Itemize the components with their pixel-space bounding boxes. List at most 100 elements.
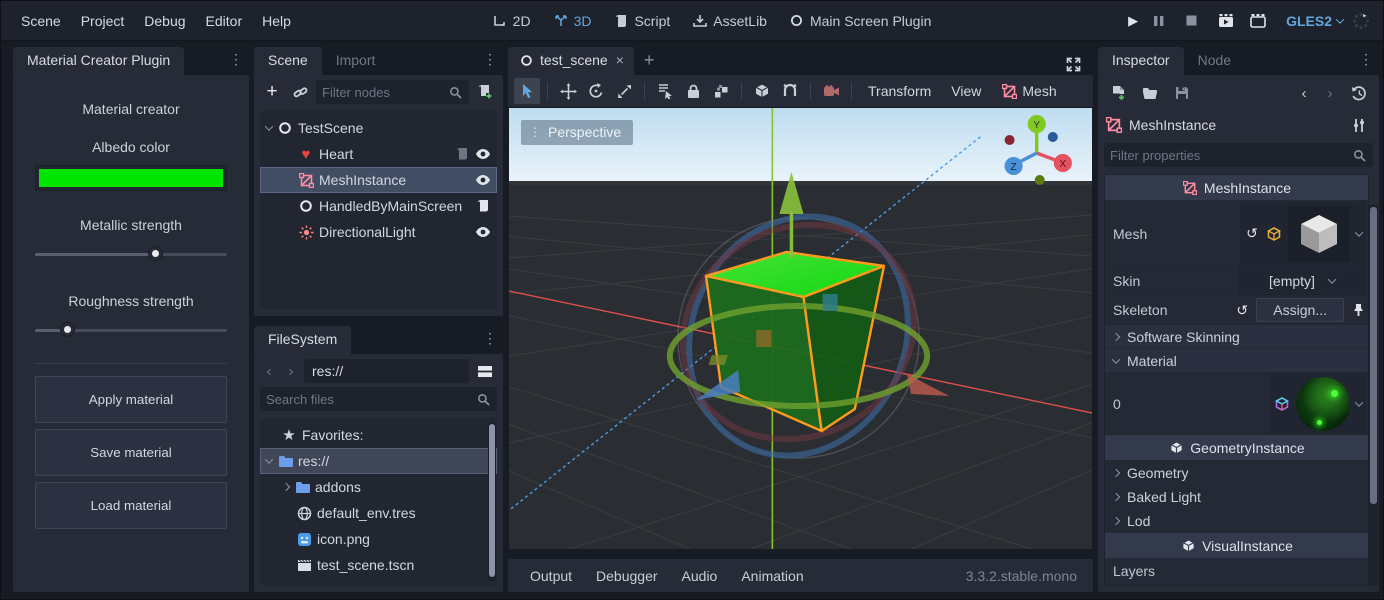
dock-menu-icon[interactable]: ⋮ xyxy=(229,51,243,68)
dock-menu-icon[interactable]: ⋮ xyxy=(483,330,497,347)
play-button[interactable]: ▶ xyxy=(1122,13,1144,29)
pause-button[interactable] xyxy=(1154,15,1176,27)
script-icon[interactable] xyxy=(454,146,470,162)
camera-override-button[interactable] xyxy=(818,78,844,104)
scale-tool-button[interactable] xyxy=(611,78,637,104)
history-forward-button[interactable]: › xyxy=(282,363,300,380)
lock-selected-button[interactable] xyxy=(680,78,706,104)
group-software-skinning[interactable]: Software Skinning xyxy=(1105,325,1368,348)
visibility-eye-icon[interactable] xyxy=(475,172,491,188)
chevron-down-icon[interactable] xyxy=(1355,228,1363,236)
tab-node[interactable]: Node xyxy=(1184,47,1245,75)
metallic-strength-slider[interactable] xyxy=(35,247,227,261)
bottom-tab-audio[interactable]: Audio xyxy=(670,568,730,584)
new-resource-button[interactable] xyxy=(1106,81,1130,105)
history-forward-button[interactable]: › xyxy=(1321,85,1339,102)
roughness-strength-slider[interactable] xyxy=(35,323,227,337)
workspace-assetlib-button[interactable]: AssetLib xyxy=(684,13,775,29)
save-resource-button[interactable] xyxy=(1170,81,1194,105)
pin-icon[interactable] xyxy=(1350,302,1366,318)
fs-item-res[interactable]: res:// xyxy=(260,448,497,474)
tab-inspector[interactable]: Inspector xyxy=(1098,47,1184,75)
search-files-input[interactable] xyxy=(260,387,497,411)
menu-editor[interactable]: Editor xyxy=(196,13,253,29)
renderer-selector[interactable]: GLES2 xyxy=(1286,13,1343,29)
workspace-main-screen-plugin-button[interactable]: Main Screen Plugin xyxy=(781,13,939,29)
play-scene-button[interactable] xyxy=(1218,14,1240,28)
expand-viewport-icon[interactable] xyxy=(1061,52,1085,76)
bottom-tab-debugger[interactable]: Debugger xyxy=(584,568,670,584)
stop-button[interactable] xyxy=(1186,15,1208,26)
visibility-eye-icon[interactable] xyxy=(475,146,491,162)
group-geometry[interactable]: Geometry xyxy=(1105,461,1368,484)
collapse-icon[interactable] xyxy=(282,483,290,491)
revert-icon[interactable]: ↺ xyxy=(1244,226,1260,242)
tab-material-creator-plugin[interactable]: Material Creator Plugin xyxy=(13,47,184,75)
history-back-button[interactable]: ‹ xyxy=(260,363,278,380)
group-selected-button[interactable] xyxy=(708,78,734,104)
dock-menu-icon[interactable]: ⋮ xyxy=(483,51,497,68)
filter-properties-input[interactable] xyxy=(1104,143,1373,167)
script-icon[interactable] xyxy=(475,198,491,214)
collapse-icon[interactable] xyxy=(265,122,273,130)
local-space-button[interactable] xyxy=(777,78,803,104)
favorites-row[interactable]: ★ Favorites: xyxy=(260,422,497,448)
workspace-2d-button[interactable]: 2D xyxy=(484,13,539,29)
group-baked-light[interactable]: Baked Light xyxy=(1105,485,1368,508)
slider-grabber[interactable] xyxy=(61,323,74,336)
dock-menu-icon[interactable]: ⋮ xyxy=(1359,51,1373,68)
fs-item-test-scene[interactable]: test_scene.tscn xyxy=(260,552,497,578)
tab-import[interactable]: Import xyxy=(322,47,390,75)
3d-viewport[interactable]: Y X Z ⋮ Perspective xyxy=(508,107,1093,550)
current-path-field[interactable]: res:// xyxy=(304,359,469,383)
history-icon[interactable] xyxy=(1347,81,1371,105)
fs-item-icon-png[interactable]: icon.png xyxy=(260,526,497,552)
albedo-color-picker[interactable] xyxy=(35,165,227,191)
scene-node-handledbymainscreen[interactable]: HandledByMainScreen xyxy=(260,193,497,219)
menu-debug[interactable]: Debug xyxy=(134,13,195,29)
fs-item-default-env[interactable]: default_env.tres xyxy=(260,500,497,526)
add-node-button[interactable]: + xyxy=(260,80,284,104)
attach-script-button[interactable] xyxy=(473,80,497,104)
menu-help[interactable]: Help xyxy=(252,13,301,29)
play-custom-scene-button[interactable] xyxy=(1250,14,1272,28)
menu-project[interactable]: Project xyxy=(71,13,135,29)
load-resource-button[interactable] xyxy=(1138,81,1162,105)
mesh-menu[interactable]: Mesh xyxy=(992,83,1065,99)
workspace-3d-button[interactable]: 3D xyxy=(545,13,600,29)
transform-menu[interactable]: Transform xyxy=(859,83,940,99)
perspective-menu[interactable]: ⋮ Perspective xyxy=(521,120,633,145)
rotate-tool-button[interactable] xyxy=(583,78,609,104)
fs-item-addons[interactable]: addons xyxy=(260,474,497,500)
skeleton-assign-button[interactable]: Assign... xyxy=(1256,298,1344,322)
group-lod[interactable]: Lod xyxy=(1105,509,1368,532)
view-menu[interactable]: View xyxy=(942,83,990,99)
collapse-icon[interactable] xyxy=(265,455,273,463)
visibility-eye-icon[interactable] xyxy=(475,224,491,240)
filesystem-scrollbar[interactable] xyxy=(488,422,496,581)
list-select-button[interactable] xyxy=(652,78,678,104)
split-mode-icon[interactable] xyxy=(473,359,497,383)
bottom-tab-output[interactable]: Output xyxy=(518,568,584,584)
new-scene-tab-button[interactable]: + xyxy=(634,50,665,75)
tab-filesystem[interactable]: FileSystem xyxy=(254,326,351,354)
menu-scene[interactable]: Scene xyxy=(11,13,71,29)
chevron-down-icon[interactable] xyxy=(1328,275,1336,283)
history-back-button[interactable]: ‹ xyxy=(1295,85,1313,102)
scene-node-heart[interactable]: ♥ Heart xyxy=(260,141,497,167)
object-tools-icon[interactable] xyxy=(1347,113,1371,137)
instance-scene-button[interactable] xyxy=(288,80,312,104)
slider-grabber[interactable] xyxy=(149,247,162,260)
mesh-resource-picker[interactable]: ↺ xyxy=(1240,201,1366,266)
apply-material-button[interactable]: Apply material xyxy=(35,376,227,423)
bottom-tab-animation[interactable]: Animation xyxy=(729,568,815,584)
inspector-scrollbar[interactable] xyxy=(1369,205,1378,586)
workspace-script-button[interactable]: Script xyxy=(605,13,678,29)
select-tool-button[interactable] xyxy=(514,78,540,104)
scene-node-directionallight[interactable]: DirectionalLight xyxy=(260,219,497,245)
close-tab-icon[interactable]: × xyxy=(616,52,624,68)
tab-scene[interactable]: Scene xyxy=(254,47,322,75)
chevron-down-icon[interactable] xyxy=(1355,398,1363,406)
skin-resource-picker[interactable]: [empty] xyxy=(1238,267,1366,295)
scene-node-meshinstance[interactable]: MeshInstance xyxy=(260,167,497,193)
